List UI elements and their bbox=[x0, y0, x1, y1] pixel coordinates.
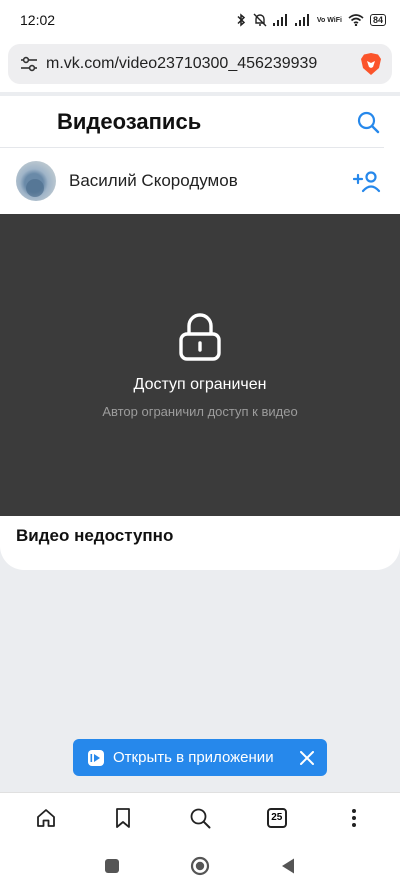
bluetooth-icon bbox=[237, 13, 246, 27]
wifi-icon bbox=[348, 14, 364, 26]
page-card: Видеозапись Василий Скородумов Доступ ог… bbox=[0, 96, 400, 570]
brave-lion-icon[interactable] bbox=[358, 51, 384, 77]
tabs-icon: 25 bbox=[266, 807, 287, 828]
url-text[interactable]: m.vk.com/video23710300_456239939 bbox=[46, 55, 358, 73]
battery-icon: 84 bbox=[369, 14, 386, 26]
home-button[interactable] bbox=[26, 798, 66, 838]
author-row[interactable]: Василий Скородумов bbox=[0, 148, 400, 214]
tabs-button[interactable]: 25 bbox=[257, 798, 297, 838]
video-status: Видео недоступно bbox=[16, 526, 174, 545]
browser-toolbar: 25 bbox=[0, 792, 400, 842]
add-friend-icon bbox=[353, 171, 381, 193]
page-title: Видеозапись bbox=[57, 108, 202, 134]
page-header: Видеозапись bbox=[0, 96, 384, 148]
add-friend-button[interactable] bbox=[352, 166, 382, 196]
more-menu-button[interactable] bbox=[334, 798, 374, 838]
search-icon bbox=[190, 808, 211, 828]
signal-icon bbox=[272, 14, 287, 26]
lock-icon bbox=[179, 313, 221, 361]
video-player[interactable]: Доступ ограничен Автор ограничил доступ … bbox=[0, 214, 400, 516]
recents-icon[interactable] bbox=[104, 858, 120, 874]
search-icon bbox=[357, 111, 380, 133]
vowifi-label: Vo WiFi bbox=[316, 16, 342, 24]
address-bar[interactable]: m.vk.com/video23710300_456239939 bbox=[8, 44, 392, 84]
home-icon bbox=[37, 808, 56, 827]
status-time: 12:02 bbox=[20, 12, 56, 28]
open-app-banner[interactable]: Открыть в приложении bbox=[73, 739, 327, 776]
close-banner-button[interactable] bbox=[297, 748, 317, 768]
site-settings-icon[interactable] bbox=[20, 56, 38, 72]
status-bar: 12:02 Vo WiFi 84 bbox=[0, 0, 400, 40]
close-icon bbox=[300, 750, 314, 765]
status-icons: Vo WiFi 84 bbox=[235, 13, 386, 27]
restricted-title: Доступ ограничен bbox=[133, 376, 267, 393]
more-icon bbox=[351, 808, 356, 827]
avatar[interactable] bbox=[16, 161, 56, 201]
search-button[interactable] bbox=[354, 108, 382, 136]
open-app-label[interactable]: Открыть в приложении bbox=[113, 749, 297, 766]
search-toolbar-button[interactable] bbox=[180, 798, 220, 838]
author-name[interactable]: Василий Скородумов bbox=[69, 171, 352, 191]
bookmark-icon bbox=[116, 807, 131, 828]
back-icon[interactable] bbox=[280, 857, 296, 875]
restricted-subtitle: Автор ограничил доступ к видео bbox=[102, 404, 298, 419]
bookmarks-button[interactable] bbox=[103, 798, 143, 838]
home-circle-icon[interactable] bbox=[190, 856, 210, 876]
signal-icon-2 bbox=[294, 14, 309, 26]
mute-bell-icon bbox=[253, 13, 267, 27]
address-bar-container: m.vk.com/video23710300_456239939 bbox=[0, 40, 400, 92]
system-nav-bar bbox=[0, 842, 400, 889]
vk-video-icon bbox=[88, 749, 104, 766]
